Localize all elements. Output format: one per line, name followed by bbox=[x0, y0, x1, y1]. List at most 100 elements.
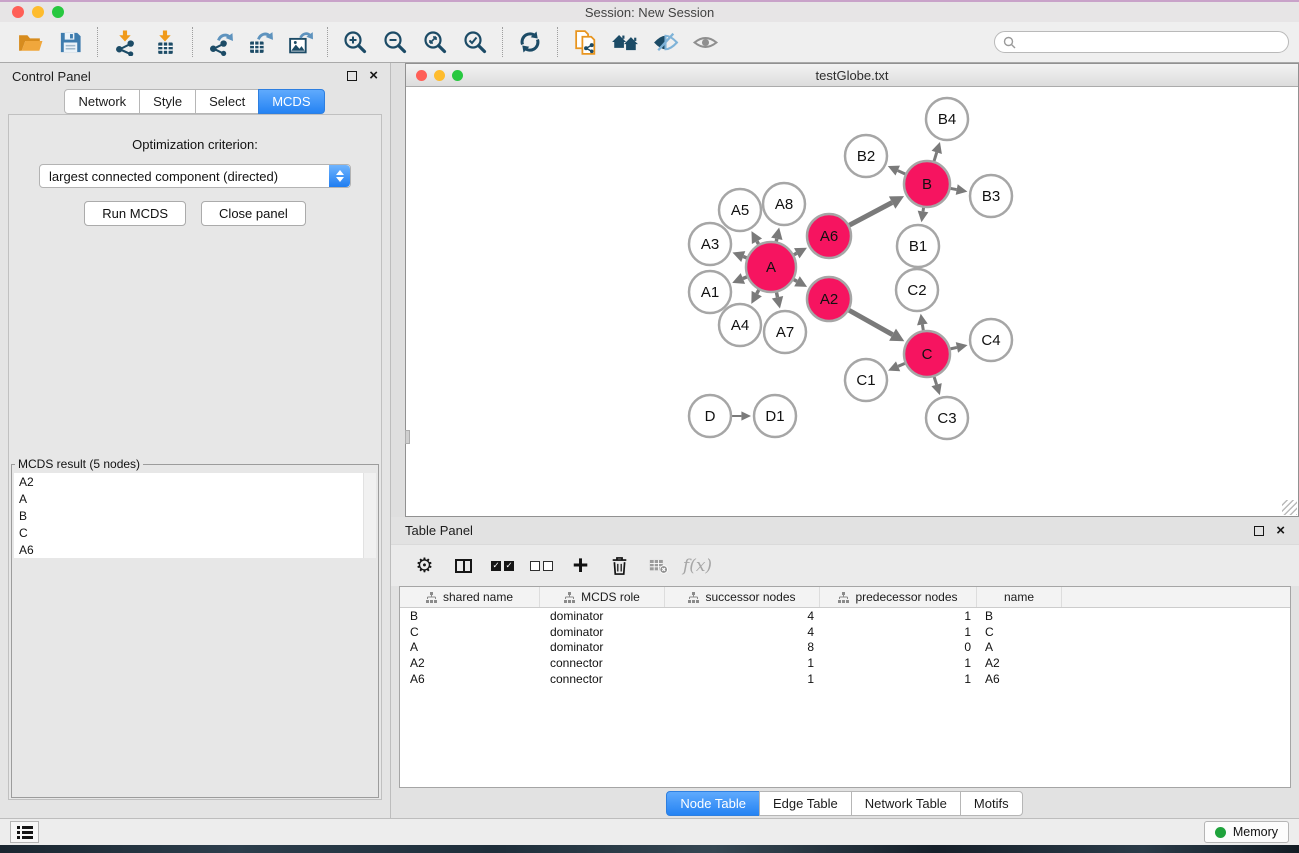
delete-column-button[interactable] bbox=[600, 549, 639, 583]
graph-node-D1[interactable]: D1 bbox=[754, 395, 796, 437]
tab-select[interactable]: Select bbox=[195, 89, 259, 114]
refresh-button[interactable] bbox=[510, 25, 550, 59]
graph-node-A5[interactable]: A5 bbox=[719, 189, 761, 231]
graph-edge-C-C1[interactable] bbox=[888, 361, 905, 371]
table-settings-button[interactable]: ⚙ bbox=[405, 549, 444, 583]
graph-edge-A-A8[interactable] bbox=[771, 228, 782, 242]
result-list-item[interactable]: C bbox=[14, 524, 376, 541]
column-header-MCDS-role[interactable]: MCDS role bbox=[540, 587, 665, 607]
unselect-all-columns-button[interactable] bbox=[522, 549, 561, 583]
graph-node-A[interactable]: A bbox=[746, 242, 796, 292]
open-session-button[interactable] bbox=[10, 25, 50, 59]
column-header-shared-name[interactable]: shared name bbox=[400, 587, 540, 607]
result-list-item[interactable]: A bbox=[14, 490, 376, 507]
tab-motifs[interactable]: Motifs bbox=[960, 791, 1023, 816]
select-all-columns-button[interactable]: ✓✓ bbox=[483, 549, 522, 583]
graph-edge-C-C3[interactable] bbox=[931, 377, 941, 395]
zoom-window-button[interactable] bbox=[52, 6, 64, 18]
tab-network[interactable]: Network bbox=[64, 89, 140, 114]
column-header-successor-nodes[interactable]: successor nodes bbox=[665, 587, 820, 607]
result-list-item[interactable]: A6 bbox=[14, 541, 376, 558]
delete-table-button[interactable] bbox=[639, 549, 678, 583]
table-row[interactable]: Adominator80A bbox=[400, 640, 1290, 656]
graph-edge-A-A3[interactable] bbox=[732, 251, 746, 262]
add-column-button[interactable]: + bbox=[561, 549, 600, 583]
graph-node-B2[interactable]: B2 bbox=[845, 135, 887, 177]
window-resize-grip[interactable] bbox=[1282, 500, 1297, 515]
show-graphics-details-button[interactable] bbox=[685, 25, 725, 59]
graph-node-A6[interactable]: A6 bbox=[807, 214, 851, 258]
close-panel-icon[interactable]: × bbox=[369, 71, 378, 81]
show-columns-button[interactable] bbox=[444, 549, 483, 583]
tab-network-table[interactable]: Network Table bbox=[851, 791, 961, 816]
graph-node-D[interactable]: D bbox=[689, 395, 731, 437]
graph-node-C4[interactable]: C4 bbox=[970, 319, 1012, 361]
graph-node-A8[interactable]: A8 bbox=[763, 183, 805, 225]
graph-node-C3[interactable]: C3 bbox=[926, 397, 968, 439]
graph-node-A1[interactable]: A1 bbox=[689, 271, 731, 313]
table-row[interactable]: Bdominator41B bbox=[400, 608, 1290, 624]
tab-edge-table[interactable]: Edge Table bbox=[759, 791, 852, 816]
graph-edge-A2-C[interactable] bbox=[849, 310, 904, 341]
close-table-panel-icon[interactable]: × bbox=[1276, 526, 1285, 536]
float-panel-icon[interactable] bbox=[347, 71, 357, 81]
network-close-button[interactable] bbox=[416, 70, 427, 81]
result-list-item[interactable]: B bbox=[14, 507, 376, 524]
graph-edge-B-B1[interactable] bbox=[918, 208, 929, 222]
graph-edge-A-A4[interactable] bbox=[751, 290, 762, 304]
minimize-window-button[interactable] bbox=[32, 6, 44, 18]
graph-node-B4[interactable]: B4 bbox=[926, 98, 968, 140]
graph-node-B1[interactable]: B1 bbox=[897, 225, 939, 267]
tab-mcds[interactable]: MCDS bbox=[258, 89, 324, 114]
graph-node-A7[interactable]: A7 bbox=[764, 311, 806, 353]
close-panel-button[interactable]: Close panel bbox=[201, 201, 306, 226]
column-header-name[interactable]: name bbox=[977, 587, 1062, 607]
import-table-button[interactable] bbox=[145, 25, 185, 59]
graph-edge-B-B4[interactable] bbox=[932, 142, 942, 161]
graph-node-A2[interactable]: A2 bbox=[807, 277, 851, 321]
graph-edge-A6-B[interactable] bbox=[849, 196, 904, 225]
graph-node-B3[interactable]: B3 bbox=[970, 175, 1012, 217]
clone-network-button[interactable] bbox=[565, 25, 605, 59]
task-history-button[interactable] bbox=[10, 821, 39, 843]
graph-edge-A-A6[interactable] bbox=[794, 248, 807, 259]
split-divider-handle[interactable] bbox=[405, 430, 410, 444]
hide-graphics-details-button[interactable] bbox=[645, 25, 685, 59]
close-window-button[interactable] bbox=[12, 6, 24, 18]
graph-node-A4[interactable]: A4 bbox=[719, 304, 761, 346]
graph-edge-A-A7[interactable] bbox=[772, 292, 783, 308]
column-header-predecessor-nodes[interactable]: predecessor nodes bbox=[820, 587, 977, 607]
zoom-selected-button[interactable] bbox=[455, 25, 495, 59]
network-minimize-button[interactable] bbox=[434, 70, 445, 81]
zoom-in-button[interactable] bbox=[335, 25, 375, 59]
graph-node-C2[interactable]: C2 bbox=[896, 269, 938, 311]
graph-edge-A-A1[interactable] bbox=[732, 273, 747, 284]
run-mcds-button[interactable]: Run MCDS bbox=[84, 201, 186, 226]
graph-edge-B-B2[interactable] bbox=[888, 166, 905, 176]
graph-edge-C-C4[interactable] bbox=[950, 342, 967, 353]
export-table-button[interactable] bbox=[240, 25, 280, 59]
save-session-button[interactable] bbox=[50, 25, 90, 59]
table-row[interactable]: A2connector11A2 bbox=[400, 655, 1290, 671]
result-list-item[interactable]: A2 bbox=[14, 473, 376, 490]
graph-node-C1[interactable]: C1 bbox=[845, 359, 887, 401]
home-view-button[interactable] bbox=[605, 25, 645, 59]
tab-node-table[interactable]: Node Table bbox=[666, 791, 760, 816]
search-input[interactable] bbox=[1021, 35, 1280, 49]
graph-edge-D-D1[interactable] bbox=[732, 411, 751, 420]
zoom-out-button[interactable] bbox=[375, 25, 415, 59]
export-image-button[interactable] bbox=[280, 25, 320, 59]
float-table-panel-icon[interactable] bbox=[1254, 526, 1264, 536]
result-scrollbar[interactable] bbox=[363, 473, 376, 558]
import-network-button[interactable] bbox=[105, 25, 145, 59]
graph-edge-C-C2[interactable] bbox=[917, 314, 928, 331]
zoom-fit-button[interactable] bbox=[415, 25, 455, 59]
graph-node-A3[interactable]: A3 bbox=[689, 223, 731, 265]
graph-node-C[interactable]: C bbox=[904, 331, 950, 377]
graph-node-B[interactable]: B bbox=[904, 161, 950, 207]
network-canvas[interactable]: B4 B2 B B3 A8A5 A6 A3 B1 A C2 A1 A2 A4A7 C4 C C1 C3 D D1 bbox=[406, 87, 1298, 516]
function-builder-button[interactable]: f(x) bbox=[678, 549, 717, 583]
export-network-button[interactable] bbox=[200, 25, 240, 59]
memory-button[interactable]: Memory bbox=[1204, 821, 1289, 843]
graph-edge-A-A2[interactable] bbox=[794, 276, 807, 287]
